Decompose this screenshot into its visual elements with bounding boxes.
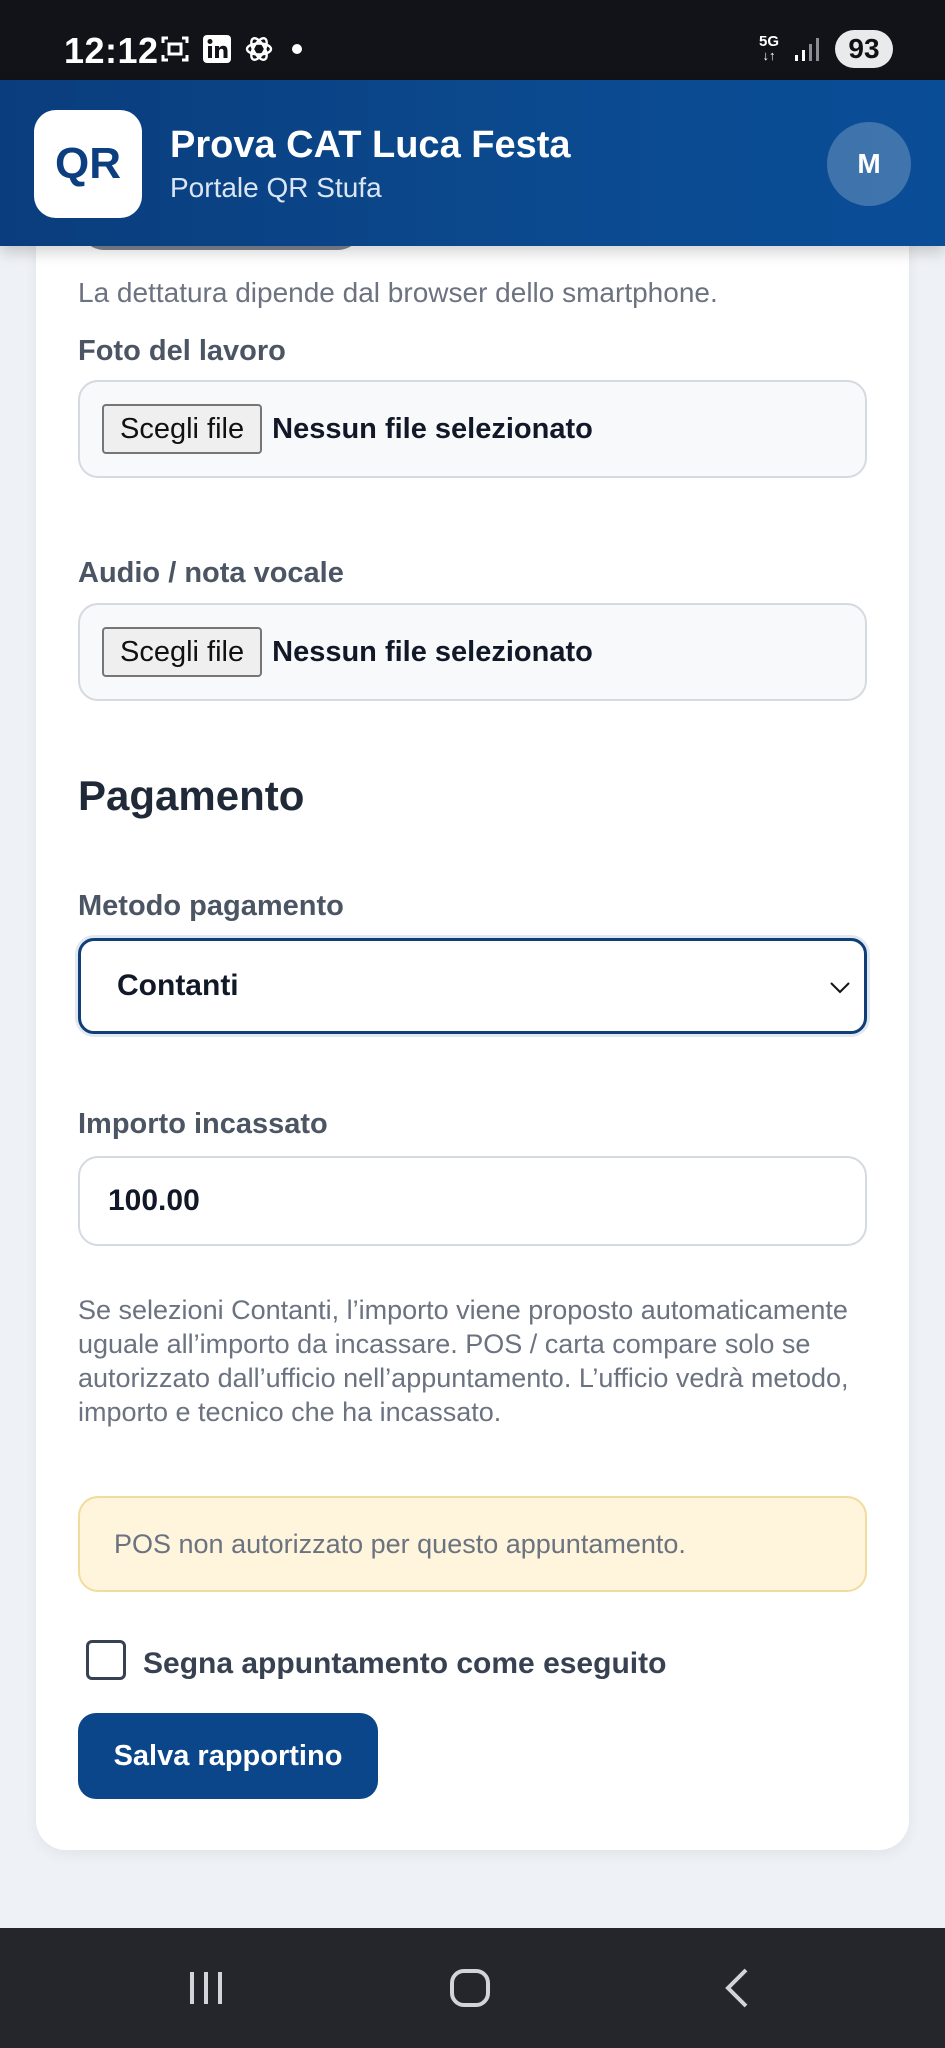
amount-value: 100.00 xyxy=(108,1184,200,1217)
photo-file-input[interactable]: Scegli file Nessun file selezionato xyxy=(78,380,867,478)
report-form-card: La dettatura dipende dal browser dello s… xyxy=(36,210,909,1850)
battery-level: 93 xyxy=(835,30,893,68)
status-bar: 12:12 5G ↓↑ 93 xyxy=(0,0,945,80)
app-subtitle: Portale QR Stufa xyxy=(170,172,382,203)
app-logo[interactable]: QR xyxy=(34,110,142,218)
amount-input[interactable]: 100.00 xyxy=(78,1156,867,1246)
app-title: Prova CAT Luca Festa xyxy=(170,124,571,166)
audio-file-status: Nessun file selezionato xyxy=(272,635,593,668)
status-notification-icons xyxy=(160,34,302,64)
user-avatar[interactable]: M xyxy=(827,122,911,206)
notification-dot-icon xyxy=(292,44,302,54)
home-icon[interactable] xyxy=(448,1966,492,2010)
pos-warning-banner: POS non autorizzato per questo appuntame… xyxy=(78,1496,867,1592)
app-header: QR Prova CAT Luca Festa Portale QR Stufa… xyxy=(0,80,945,246)
audio-label: Audio / nota vocale xyxy=(78,557,344,589)
recent-apps-icon[interactable] xyxy=(184,1966,228,2010)
photo-file-status: Nessun file selezionato xyxy=(272,412,593,445)
done-checkbox[interactable] xyxy=(86,1640,126,1680)
linkedin-icon xyxy=(203,35,231,63)
audio-file-input[interactable]: Scegli file Nessun file selezionato xyxy=(78,603,867,701)
screenshot-icon xyxy=(161,36,189,62)
photo-choose-file-button[interactable]: Scegli file xyxy=(102,404,263,454)
network-indicator: 5G ↓↑ xyxy=(758,33,779,63)
openai-icon xyxy=(245,37,273,61)
payment-method-value: Contanti xyxy=(117,969,239,1002)
dictation-hint: La dettatura dipende dal browser dello s… xyxy=(78,277,718,308)
system-nav-bar xyxy=(0,1928,945,2048)
chevron-down-icon xyxy=(830,982,850,994)
status-system-icons: 5G ↓↑ 93 xyxy=(759,30,893,68)
audio-choose-file-button[interactable]: Scegli file xyxy=(102,627,263,677)
done-checkbox-label[interactable]: Segna appuntamento come eseguito xyxy=(143,1647,666,1681)
payment-section-title: Pagamento xyxy=(78,772,305,819)
payment-method-label: Metodo pagamento xyxy=(78,890,344,922)
status-time: 12:12 xyxy=(64,30,159,71)
payment-info-text: Se selezioni Contanti, l’importo viene p… xyxy=(78,1295,849,1427)
amount-label: Importo incassato xyxy=(78,1108,328,1140)
photo-label: Foto del lavoro xyxy=(78,335,286,367)
back-icon[interactable] xyxy=(716,1966,760,2010)
signal-icon xyxy=(795,38,819,61)
save-report-button[interactable]: Salva rapportino xyxy=(78,1713,378,1799)
payment-method-select[interactable]: Contanti xyxy=(78,938,867,1034)
